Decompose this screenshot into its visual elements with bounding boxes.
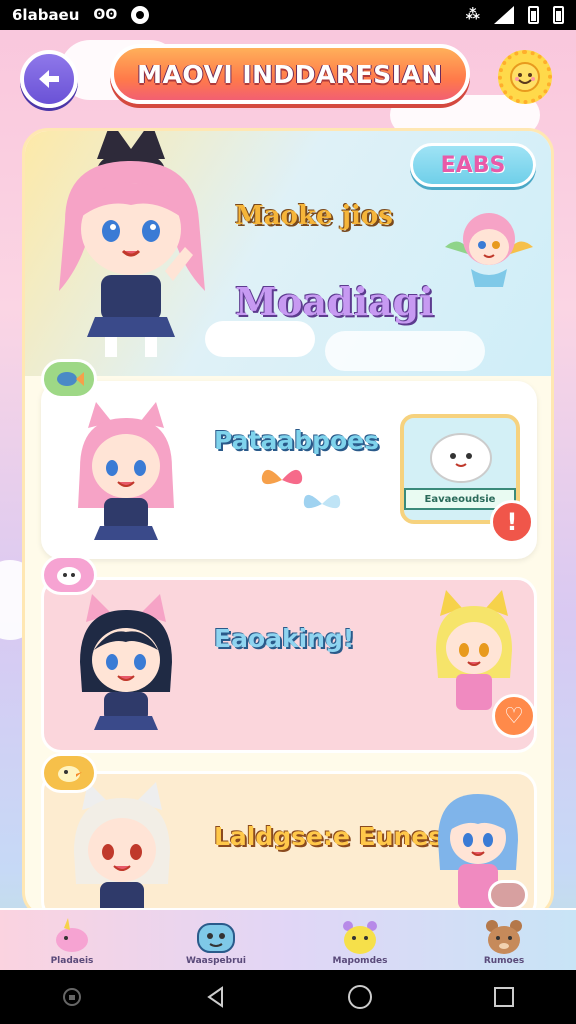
nav-item-mapomdes[interactable]: Mapomdes — [288, 910, 432, 970]
fish-icon — [57, 372, 84, 386]
nav-label: Rumoes — [483, 956, 525, 966]
hero-subtitle: Moadiagi — [235, 279, 434, 324]
battery-icon-2 — [553, 6, 564, 24]
blue-monster-icon — [197, 923, 235, 953]
system-recents-button[interactable] — [484, 977, 524, 1017]
card-title: Pataabpoes — [214, 426, 380, 455]
system-lock-button[interactable] — [52, 977, 92, 1017]
cat-girl-pink-image — [78, 402, 174, 540]
signal-icon — [494, 6, 514, 24]
cast-icon: ⁂ — [465, 7, 480, 23]
nav-item-rumoes[interactable]: Rumoes — [432, 910, 576, 970]
bear-icon — [486, 920, 522, 954]
back-triangle-icon — [207, 986, 223, 1008]
hero-title: Maoke jios — [235, 201, 393, 231]
alert-button[interactable]: ! — [490, 500, 534, 544]
chat-button[interactable] — [488, 880, 528, 910]
sun-face-icon — [510, 62, 540, 92]
feature-card[interactable]: Laldgse:e Eunes — [41, 771, 537, 915]
unicorn-icon — [56, 918, 88, 952]
hero-character-image — [59, 131, 205, 357]
system-back-button[interactable] — [196, 977, 236, 1017]
card-title: Eaoaking! — [214, 624, 355, 653]
heart-button[interactable]: ♡ — [492, 694, 536, 738]
status-carrier-text: 6labaeu — [12, 6, 80, 24]
hero-cloud — [325, 331, 485, 371]
battery-icon — [528, 6, 539, 24]
system-navigation-bar — [0, 970, 576, 1024]
status-glyph: ʘʘ — [93, 7, 118, 23]
system-home-button[interactable] — [340, 977, 380, 1017]
nav-item-waaspebrui[interactable]: Waaspebrui — [144, 910, 288, 970]
badge-button[interactable]: EABS — [410, 143, 536, 187]
lock-circle-icon — [63, 988, 81, 1006]
cat-girl-white-image — [74, 782, 170, 915]
recents-square-icon — [494, 987, 514, 1007]
nav-item-pladaeis[interactable]: Pladaeis — [0, 910, 144, 970]
tag-bubble-fish[interactable] — [41, 359, 97, 399]
tag-bubble-pig[interactable] — [41, 555, 97, 595]
pig-icon — [57, 567, 81, 585]
cat-girl-dark-image — [80, 594, 172, 730]
back-button[interactable] — [20, 50, 78, 108]
winged-character-image — [445, 213, 533, 287]
header: MAOVI INDDARESIAN — [0, 30, 576, 120]
record-icon — [131, 6, 150, 24]
feature-card[interactable]: Pataabpoes Eavaeoudsie ! — [41, 381, 537, 559]
back-arrow-icon — [39, 70, 59, 88]
hero-section: EABS Maoke jios Moadiagi — [25, 131, 551, 376]
status-bar: 6labaeu ʘʘ ⁂ — [0, 0, 576, 30]
bottom-nav: Pladaeis Waaspebrui Mapomdes Rumoes — [0, 908, 576, 970]
yellow-creature-icon — [343, 921, 377, 954]
tag-bubble-chick[interactable] — [41, 753, 97, 793]
card-title: Laldgse:e Eunes — [214, 822, 444, 851]
feature-card[interactable]: Eaoaking! ♡ — [41, 577, 537, 753]
home-circle-icon — [348, 985, 372, 1009]
nav-label: Pladaeis — [50, 956, 94, 966]
butterfly-icon — [261, 469, 303, 485]
nav-label: Waaspebrui — [185, 956, 247, 966]
main-panel: EABS Maoke jios Moadiagi Pataabpoes Eava… — [22, 128, 554, 918]
page-title: MAOVI INDDARESIAN — [110, 44, 470, 104]
settings-button[interactable] — [498, 50, 552, 104]
butterfly-icon-blue — [303, 494, 341, 509]
chick-icon — [58, 766, 82, 782]
nav-label: Mapomdes — [332, 956, 388, 966]
rice-ball-character-image — [430, 433, 492, 483]
